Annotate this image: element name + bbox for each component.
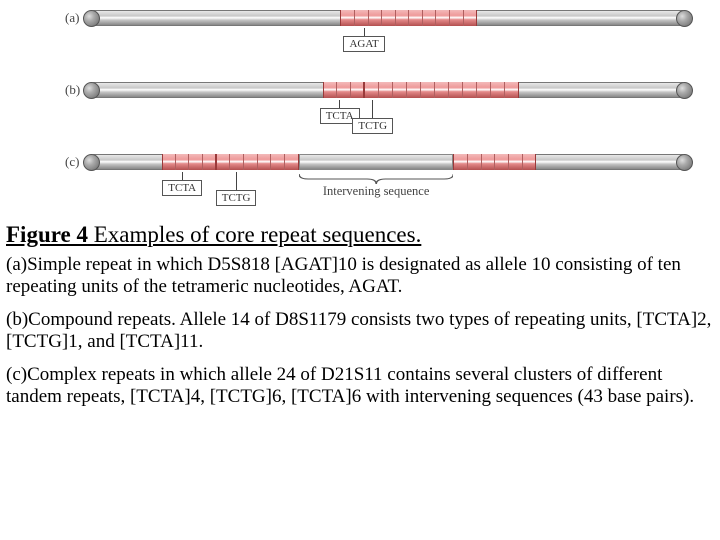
intervening-brace: Intervening sequence xyxy=(299,174,453,200)
repeat-diagram: (a) AGAT (b) xyxy=(35,8,685,210)
row-c-bar xyxy=(91,154,685,170)
row-a-repeats xyxy=(340,10,477,26)
callout-agat: AGAT xyxy=(343,28,384,52)
row-a: (a) AGAT xyxy=(65,8,685,62)
row-c-repeats-2 xyxy=(216,154,299,170)
row-c-intervening xyxy=(299,154,453,170)
row-b-repeats-right xyxy=(364,82,518,98)
callout-tctg-c: TCTG xyxy=(216,172,257,206)
caption-c: (c)Complex repeats in which allele 24 of… xyxy=(6,364,714,409)
cap-icon xyxy=(83,154,100,171)
cap-icon xyxy=(676,154,693,171)
callout-tcta-c: TCTA xyxy=(162,172,202,196)
cap-icon xyxy=(676,82,693,99)
row-c-repeats-1 xyxy=(162,154,215,170)
row-a-bar xyxy=(91,10,685,26)
row-b: (b) TCTA TCTG xyxy=(65,80,685,134)
row-b-repeats-left xyxy=(323,82,365,98)
row-c: (c) TCTA xyxy=(65,152,685,210)
callout-tctg-b: TCTG xyxy=(352,100,393,134)
cap-icon xyxy=(83,82,100,99)
caption-b: (b)Compound repeats. Allele 14 of D8S117… xyxy=(6,309,714,354)
cap-icon xyxy=(676,10,693,27)
row-b-bar xyxy=(91,82,685,98)
caption-a: (a)Simple repeat in which D5S818 [AGAT]1… xyxy=(6,254,714,299)
figure-title: Figure 4 Examples of core repeat sequenc… xyxy=(6,222,714,248)
row-c-repeats-3 xyxy=(453,154,536,170)
cap-icon xyxy=(83,10,100,27)
